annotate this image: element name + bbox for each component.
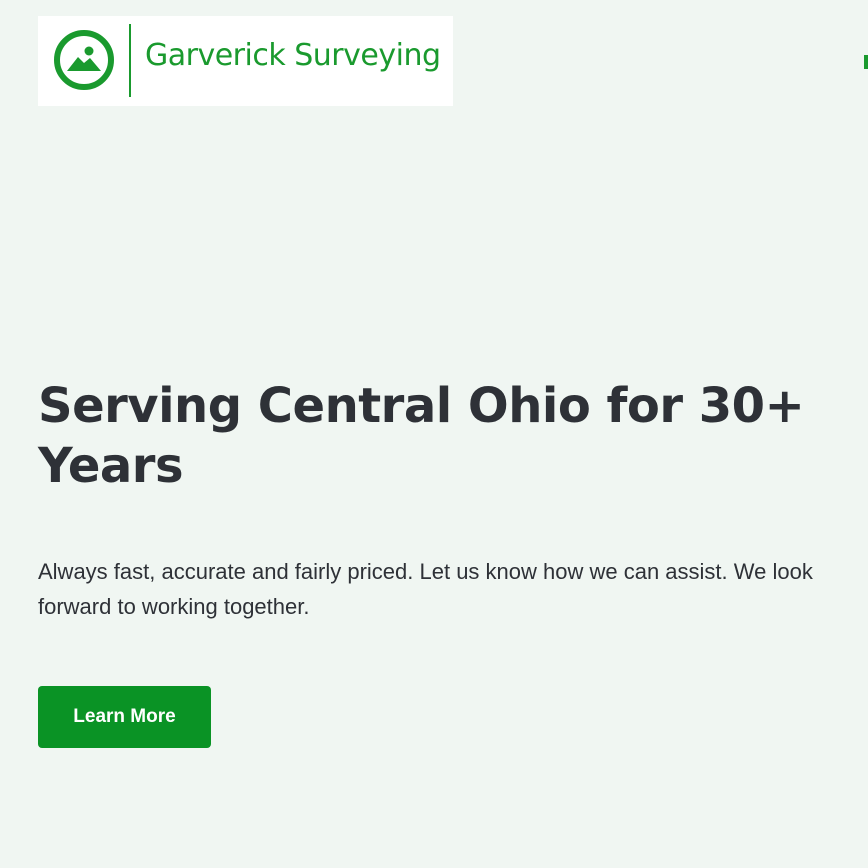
logo-text: Garverick Surveying — [145, 38, 441, 73]
logo-divider — [129, 24, 131, 97]
mountain-sun-icon — [52, 28, 116, 92]
learn-more-button[interactable]: Learn More — [38, 686, 211, 748]
menu-icon[interactable] — [864, 55, 868, 69]
site-logo-link[interactable]: Garverick Surveying — [38, 16, 453, 106]
hero-description: Always fast, accurate and fairly priced.… — [38, 559, 813, 619]
hero-title: Serving Central Ohio for 30+ Years — [38, 378, 805, 494]
